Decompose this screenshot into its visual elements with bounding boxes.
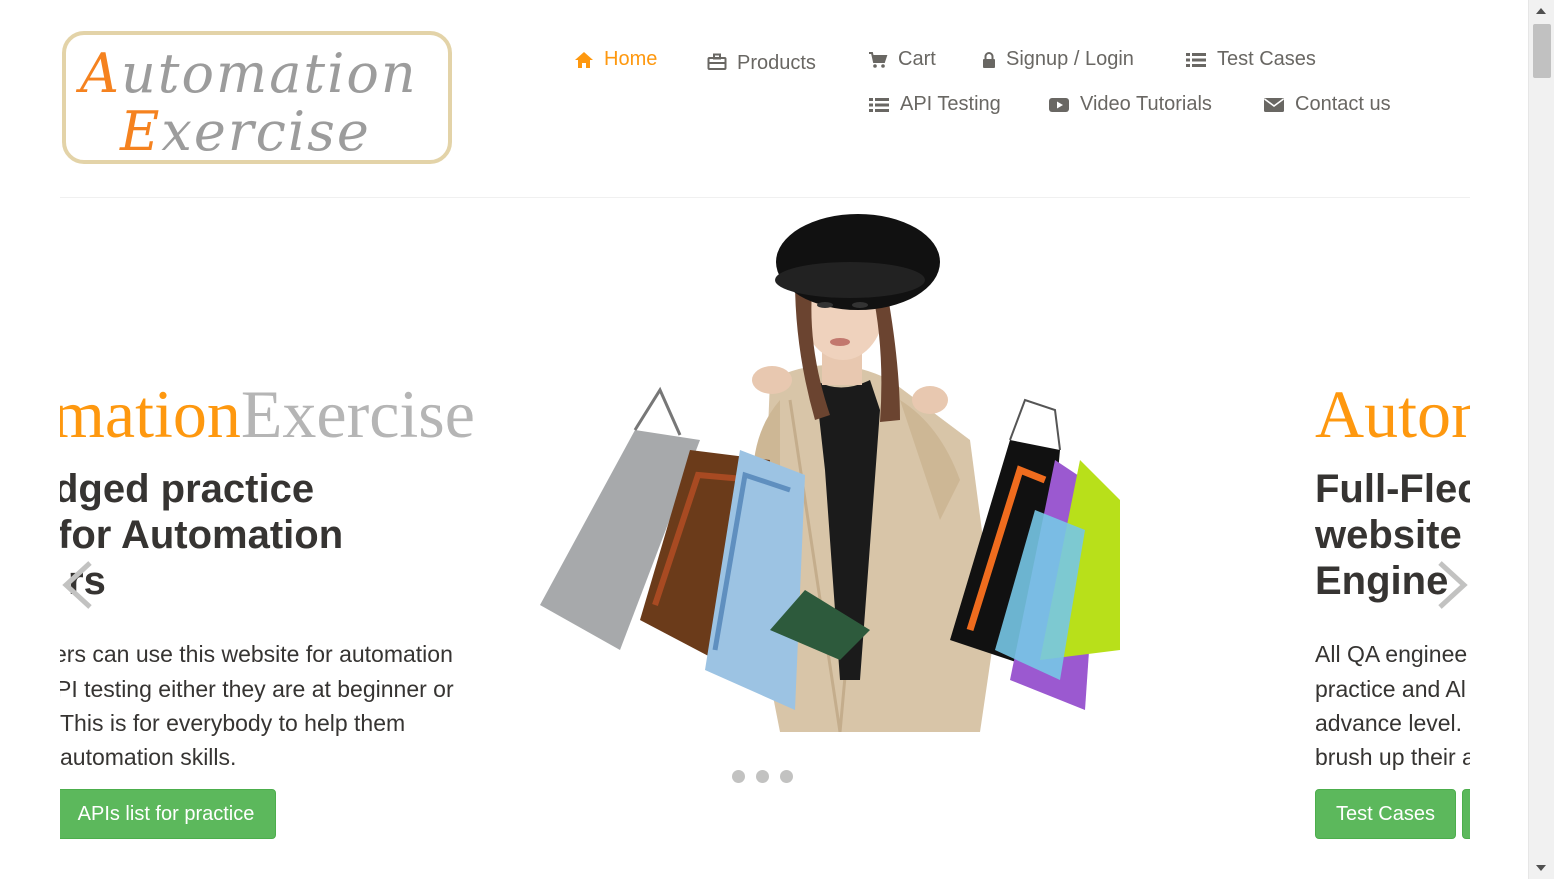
nav-signup-login-label: Signup / Login xyxy=(1006,48,1134,70)
slide-brand-heading: mationExercise xyxy=(60,380,475,448)
scroll-up-arrow-icon[interactable] xyxy=(1536,8,1546,14)
next-slide-text-line-3: advance level. xyxy=(1315,710,1463,736)
next-slide-brand-heading: Auton xyxy=(1315,380,1470,448)
site-logo[interactable]: Automation Exercise xyxy=(62,31,452,164)
nav-cart[interactable]: Cart xyxy=(868,48,936,71)
youtube-play-icon xyxy=(1049,97,1069,112)
home-icon xyxy=(575,51,593,68)
nav-home[interactable]: Home xyxy=(574,48,657,71)
envelope-icon xyxy=(1264,97,1284,112)
apis-list-button[interactable]: APIs list for practice xyxy=(60,789,276,839)
scroll-down-arrow-icon[interactable] xyxy=(1536,865,1546,871)
logo-cap-a: A xyxy=(80,42,121,105)
apis-list-button-partial[interactable] xyxy=(1462,789,1470,839)
slide-title-line-1: dged practice xyxy=(60,467,315,511)
scrollbar-thumb[interactable] xyxy=(1533,24,1551,78)
nav-products-label: Products xyxy=(737,52,816,74)
nav-test-cases-label: Test Cases xyxy=(1217,48,1316,70)
nav-api-testing-label: API Testing xyxy=(900,93,1001,115)
list-icon xyxy=(869,97,889,112)
slide-text-line-1: ers can use this website for automation xyxy=(60,641,453,667)
briefcase-icon xyxy=(707,53,727,70)
next-slide-title-line-1: Full-Flec xyxy=(1315,467,1470,511)
logo-rest-1: utomation xyxy=(121,42,418,105)
logo-line-2: Exercise xyxy=(120,105,371,159)
slide-title-line-2: for Automation xyxy=(60,513,344,557)
carousel-indicator[interactable] xyxy=(756,770,769,783)
nav-api-testing[interactable]: API Testing xyxy=(868,93,1001,116)
test-cases-button[interactable]: Test Cases xyxy=(1315,789,1456,839)
nav-video-tutorials-label: Video Tutorials xyxy=(1080,93,1212,115)
slide-text-line-3: This is for everybody to help them xyxy=(60,710,406,736)
logo-rest-2: xercise xyxy=(161,100,371,163)
next-slide-title-line-2: website xyxy=(1315,513,1462,557)
next-slide-text-line-4: brush up their a xyxy=(1315,744,1470,770)
page-scrollbar[interactable] xyxy=(1528,0,1554,879)
nav-products[interactable]: Products xyxy=(707,48,816,75)
carousel-indicators xyxy=(732,770,793,783)
nav-home-label: Home xyxy=(604,48,658,70)
nav-test-cases[interactable]: Test Cases xyxy=(1185,48,1316,71)
nav-contact-us-label: Contact us xyxy=(1295,93,1391,115)
nav-video-tutorials[interactable]: Video Tutorials xyxy=(1048,93,1212,116)
brand-orange-text: mation xyxy=(60,376,241,452)
slide-text-line-2: PI testing either they are at beginner o… xyxy=(60,676,454,702)
logo-cap-e: E xyxy=(120,100,162,163)
next-slide-title-line-3: Engine xyxy=(1315,559,1449,603)
nav-cart-label: Cart xyxy=(898,48,936,70)
lock-icon xyxy=(983,51,995,68)
slider-carousel: mationExercise dged practice for Automat… xyxy=(60,200,1470,860)
cart-icon xyxy=(869,51,888,68)
header-divider xyxy=(60,197,1470,198)
carousel-indicator[interactable] xyxy=(780,770,793,783)
slide-text-line-4: automation skills. xyxy=(60,744,237,770)
nav-contact-us[interactable]: Contact us xyxy=(1263,93,1391,116)
logo-line-1: Automation xyxy=(80,47,418,101)
chevron-left-icon[interactable] xyxy=(60,560,94,610)
brand-gray-text: Exercise xyxy=(240,376,475,452)
next-brand-orange-text: Auton xyxy=(1315,376,1470,452)
hero-image-girl-shopping-bags xyxy=(540,214,1120,732)
nav-signup-login[interactable]: Signup / Login xyxy=(982,48,1134,71)
next-slide-text-line-2: practice and Al xyxy=(1315,676,1466,702)
chevron-right-icon[interactable] xyxy=(1436,560,1470,610)
list-icon xyxy=(1186,52,1206,67)
carousel-indicator[interactable] xyxy=(732,770,745,783)
next-slide-text-line-1: All QA enginee xyxy=(1315,641,1468,667)
